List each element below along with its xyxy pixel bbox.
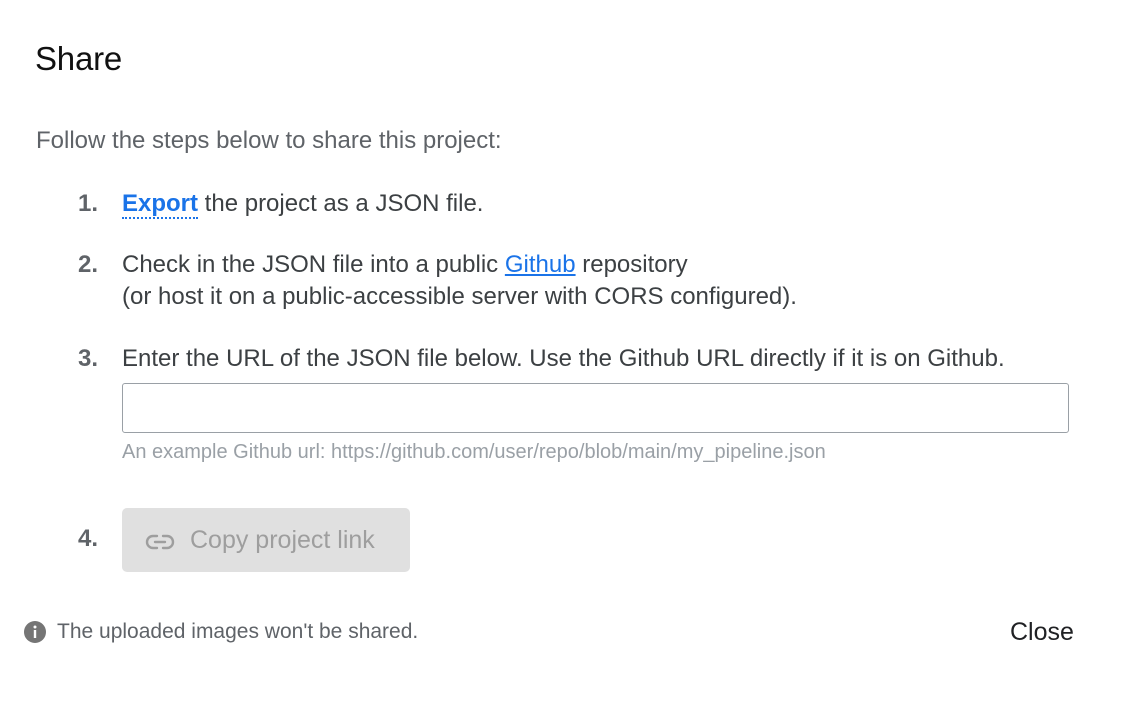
step-3-text: Enter the URL of the JSON file below. Us… [122, 345, 1005, 372]
step-1-text: the project as a JSON file. [198, 190, 484, 217]
step-number: 3. [78, 345, 99, 372]
github-link[interactable]: Github [505, 251, 576, 278]
dialog-title: Share [35, 40, 123, 77]
intro-text: Follow the steps below to share this pro… [36, 127, 502, 154]
copy-project-link-label: Copy project link [190, 525, 375, 554]
footer-note: The uploaded images won't be shared. [23, 620, 418, 644]
step-1-body: Export the project as a JSON file. [122, 188, 483, 220]
json-url-input[interactable] [122, 383, 1069, 433]
step-number: 4. [78, 525, 99, 552]
link-icon [145, 530, 175, 550]
export-link[interactable]: Export [122, 190, 199, 219]
share-dialog: Share Follow the steps below to share th… [0, 0, 1138, 702]
step-2-body: Check in the JSON file into a public Git… [122, 249, 797, 313]
step-2-text-before: Check in the JSON file into a public [122, 251, 505, 278]
step-2-line2: (or host it on a public-accessible serve… [122, 283, 797, 310]
url-example-hint: An example Github url: https://github.co… [122, 441, 826, 463]
info-icon [23, 620, 47, 644]
step-number: 2. [78, 251, 99, 278]
close-button[interactable]: Close [1000, 614, 1084, 651]
step-number: 1. [78, 190, 99, 217]
footer-note-text: The uploaded images won't be shared. [57, 620, 419, 643]
copy-project-link-button[interactable]: Copy project link [122, 508, 410, 572]
step-2-text-after: repository [575, 251, 688, 278]
